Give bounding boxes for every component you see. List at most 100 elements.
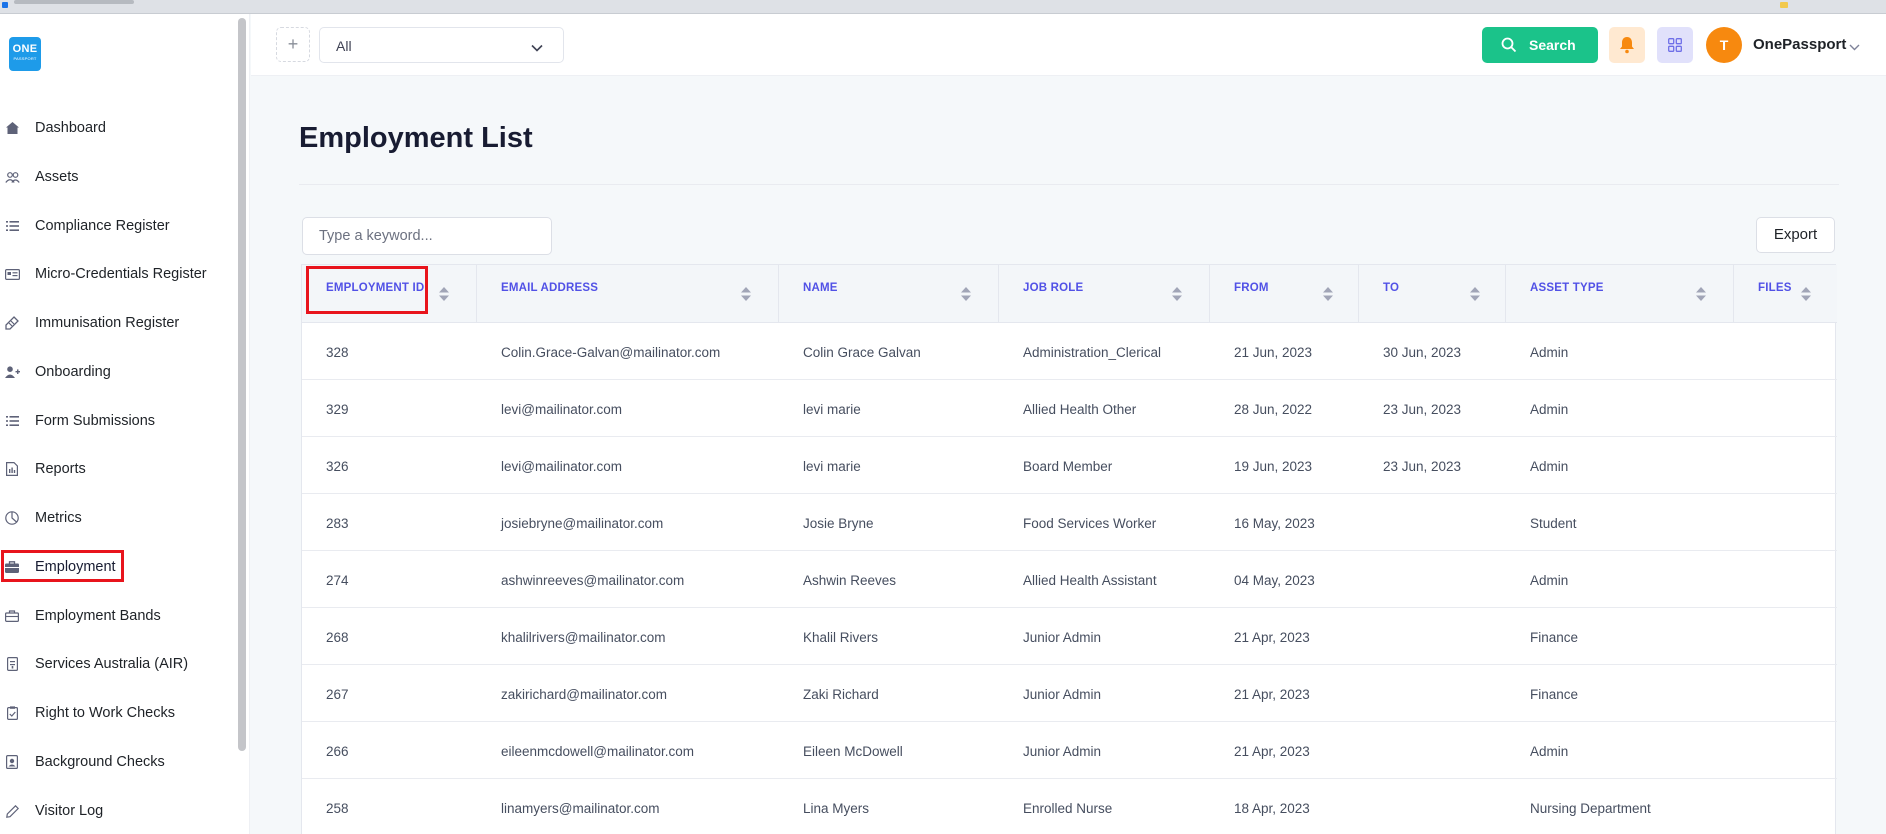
cell-from: 16 May, 2023	[1234, 516, 1315, 531]
cell-name: Josie Bryne	[803, 516, 874, 531]
bell-icon	[1620, 37, 1634, 54]
table-row[interactable]: 328 Colin.Grace-Galvan@mailinator.com Co…	[302, 323, 1837, 380]
sort-icon[interactable]	[439, 287, 449, 301]
sidebar-item-form-submissions[interactable]: Form Submissions	[0, 404, 236, 438]
cell-name: Ashwin Reeves	[803, 573, 897, 588]
cell-from: 21 Apr, 2023	[1234, 687, 1310, 702]
logo-text: ONE	[12, 43, 38, 55]
sidebar-item-label: Employment Bands	[35, 608, 161, 624]
sidebar-item-label: Reports	[35, 461, 86, 477]
sidebar-item-label: Compliance Register	[35, 218, 170, 234]
user-avatar[interactable]: T	[1706, 27, 1742, 63]
browser-extension-icon[interactable]	[1780, 2, 1788, 8]
sidebar-item-metrics[interactable]: Metrics	[0, 501, 236, 535]
sidebar-item-label: Form Submissions	[35, 413, 156, 429]
document-icon	[4, 657, 20, 671]
cell-name: Eileen McDowell	[803, 744, 903, 759]
sidebar-item-visitor-log[interactable]: Visitor Log	[0, 794, 236, 828]
column-header-label: JOB ROLE	[1023, 282, 1084, 294]
cell-asset-type: Student	[1530, 516, 1577, 531]
search-button-label: Search	[1529, 37, 1576, 53]
table-row[interactable]: 258 linamyers@mailinator.com Lina Myers …	[302, 779, 1837, 834]
sidebar-item-background-checks[interactable]: Background Checks	[0, 745, 236, 779]
highlight-box-employment-id-column	[306, 266, 428, 314]
sort-icon[interactable]	[741, 287, 751, 301]
export-button[interactable]: Export	[1756, 217, 1835, 253]
add-button[interactable]: +	[276, 27, 310, 62]
column-header-label: ASSET TYPE	[1530, 282, 1604, 294]
notifications-button[interactable]	[1609, 27, 1645, 63]
cell-asset-type: Admin	[1530, 345, 1569, 360]
search-button[interactable]: Search	[1482, 27, 1598, 63]
sidebar-scrollbar[interactable]	[238, 18, 246, 751]
app-logo[interactable]: ONE PASSPORT	[9, 37, 41, 71]
column-header-files[interactable]: FILES	[1734, 265, 1837, 323]
sort-icon[interactable]	[1172, 287, 1182, 301]
users-icon	[4, 170, 20, 184]
browser-tab-favicon	[2, 2, 8, 8]
cell-employment-id: 329	[326, 402, 349, 417]
table-row[interactable]: 268 khalilrivers@mailinator.com Khalil R…	[302, 608, 1837, 665]
cell-job-role: Board Member	[1023, 459, 1113, 474]
column-header-from[interactable]: FROM	[1210, 265, 1359, 323]
sort-icon[interactable]	[1323, 287, 1333, 301]
sidebar-item-compliance-register[interactable]: Compliance Register	[0, 209, 236, 243]
sidebar-item-label: Background Checks	[35, 754, 165, 770]
syringe-icon	[4, 316, 20, 330]
sidebar-item-employment-bands[interactable]: Employment Bands	[0, 599, 236, 633]
sidebar-item-label: Dashboard	[35, 120, 106, 136]
cell-employment-id: 268	[326, 630, 349, 645]
page-title: Employment List	[299, 122, 533, 154]
table-row[interactable]: 329 levi@mailinator.com levi marie Allie…	[302, 380, 1837, 437]
sort-icon[interactable]	[1801, 287, 1811, 301]
cell-to: 23 Jun, 2023	[1383, 402, 1462, 417]
column-header-label: FILES	[1758, 282, 1792, 294]
table-row[interactable]: 283 josiebryne@mailinator.com Josie Bryn…	[302, 494, 1837, 551]
column-header-label: TO	[1383, 282, 1400, 294]
cell-name: Zaki Richard	[803, 687, 879, 702]
sidebar-item-right-to-work-checks[interactable]: Right to Work Checks	[0, 696, 236, 730]
cell-asset-type: Nursing Department	[1530, 801, 1651, 816]
column-header-asset-type[interactable]: ASSET TYPE	[1506, 265, 1734, 323]
sidebar-item-dashboard[interactable]: Dashboard	[0, 111, 236, 145]
cell-job-role: Junior Admin	[1023, 630, 1102, 645]
table-row[interactable]: 267 zakirichard@mailinator.com Zaki Rich…	[302, 665, 1837, 722]
cell-asset-type: Finance	[1530, 687, 1579, 702]
sidebar-item-label: Onboarding	[35, 364, 111, 380]
column-header-email-address[interactable]: EMAIL ADDRESS	[477, 265, 779, 323]
pie-chart-icon	[4, 511, 20, 525]
table-row[interactable]: 326 levi@mailinator.com levi marie Board…	[302, 437, 1837, 494]
cell-employment-id: 328	[326, 345, 349, 360]
sidebar-item-micro-credentials-register[interactable]: Micro-Credentials Register	[0, 257, 236, 291]
column-header-to[interactable]: TO	[1359, 265, 1506, 323]
cell-email: eileenmcdowell@mailinator.com	[501, 744, 695, 759]
column-header-name[interactable]: NAME	[779, 265, 999, 323]
sidebar-item-assets[interactable]: Assets	[0, 160, 236, 194]
sidebar-item-reports[interactable]: Reports	[0, 452, 236, 486]
apps-button[interactable]	[1657, 27, 1693, 63]
report-icon	[4, 462, 20, 476]
filter-dropdown-value: All	[336, 38, 352, 54]
cell-employment-id: 266	[326, 744, 349, 759]
sort-icon[interactable]	[1470, 287, 1480, 301]
keyword-search-input[interactable]	[302, 217, 552, 255]
sort-icon[interactable]	[1696, 287, 1706, 301]
cell-email: Colin.Grace-Galvan@mailinator.com	[501, 345, 721, 360]
divider	[299, 184, 1839, 185]
top-header: + All Search T OnePassport	[251, 14, 1886, 76]
browser-tab-title[interactable]	[14, 0, 134, 4]
user-name[interactable]: OnePassport	[1753, 36, 1846, 53]
sidebar-item-services-australia[interactable]: Services Australia (AIR)	[0, 647, 236, 681]
table-row[interactable]: 274 ashwinreeves@mailinator.com Ashwin R…	[302, 551, 1837, 608]
sidebar-item-onboarding[interactable]: Onboarding	[0, 355, 236, 389]
chevron-down-icon[interactable]	[1849, 38, 1860, 56]
sort-icon[interactable]	[961, 287, 971, 301]
filter-dropdown[interactable]: All	[319, 27, 564, 63]
column-header-job-role[interactable]: JOB ROLE	[999, 265, 1210, 323]
shield-icon	[4, 755, 20, 769]
search-icon	[1501, 37, 1517, 58]
column-header-label: FROM	[1234, 282, 1269, 294]
table-row[interactable]: 266 eileenmcdowell@mailinator.com Eileen…	[302, 722, 1837, 779]
sidebar-item-immunisation-register[interactable]: Immunisation Register	[0, 306, 236, 340]
list-icon	[4, 414, 20, 428]
